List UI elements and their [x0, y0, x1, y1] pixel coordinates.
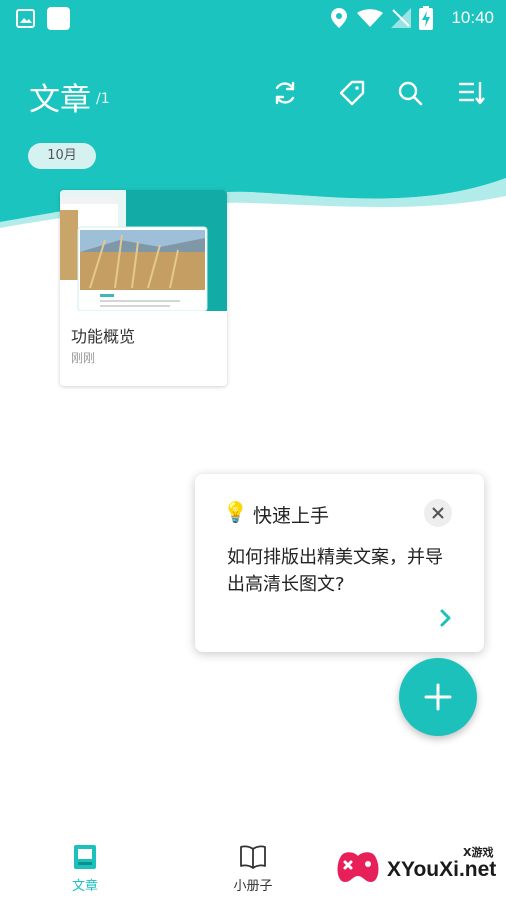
page-title: 文章: [29, 82, 91, 118]
watermark-logo: X游戏 XYouXi.net: [335, 838, 501, 892]
month-chip: 10月: [28, 143, 96, 169]
article-icon: [74, 845, 96, 869]
nav-item-booklet[interactable]: 小册子: [203, 845, 303, 894]
article-count: /1: [96, 91, 110, 107]
app-square-icon: [47, 7, 70, 30]
nav-label-booklet: 小册子: [233, 879, 273, 894]
chevron-right-icon[interactable]: [439, 609, 453, 627]
article-thumbnail: [60, 190, 227, 311]
article-card[interactable]: 功能概览 刚刚: [60, 190, 227, 386]
tip-body: 如何排版出精美文案，并导出高清长图文?: [227, 547, 443, 595]
article-title: 功能概览: [71, 327, 136, 346]
add-article-button[interactable]: [399, 658, 477, 736]
lightbulb-icon: 💡: [223, 500, 248, 524]
book-icon: [240, 845, 266, 869]
location-icon: [331, 8, 347, 28]
sync-icon[interactable]: [270, 78, 300, 108]
quick-start-tip[interactable]: 💡 快速上手 如何排版出精美文案，并导出高清长图文?: [195, 474, 484, 652]
close-icon: [432, 507, 444, 519]
article-time: 刚刚: [71, 351, 96, 365]
watermark-text: XYouXi.net: [387, 858, 497, 881]
gallery-icon: [16, 9, 35, 28]
nav-label-articles: 文章: [71, 879, 98, 894]
close-tip-button[interactable]: [424, 499, 452, 527]
sort-icon[interactable]: [456, 78, 486, 108]
nav-item-articles[interactable]: 文章: [35, 845, 135, 894]
plus-icon: [424, 683, 452, 711]
tip-title: 快速上手: [253, 505, 330, 527]
battery-charging-icon: [419, 6, 433, 30]
wifi-icon: [357, 9, 383, 27]
gamepad-icon: [337, 852, 379, 882]
tag-icon[interactable]: [337, 78, 367, 108]
status-time: 10:40: [451, 8, 494, 27]
search-icon[interactable]: [395, 78, 425, 108]
no-signal-icon: [391, 8, 411, 28]
status-bar: 10:40: [0, 0, 506, 36]
